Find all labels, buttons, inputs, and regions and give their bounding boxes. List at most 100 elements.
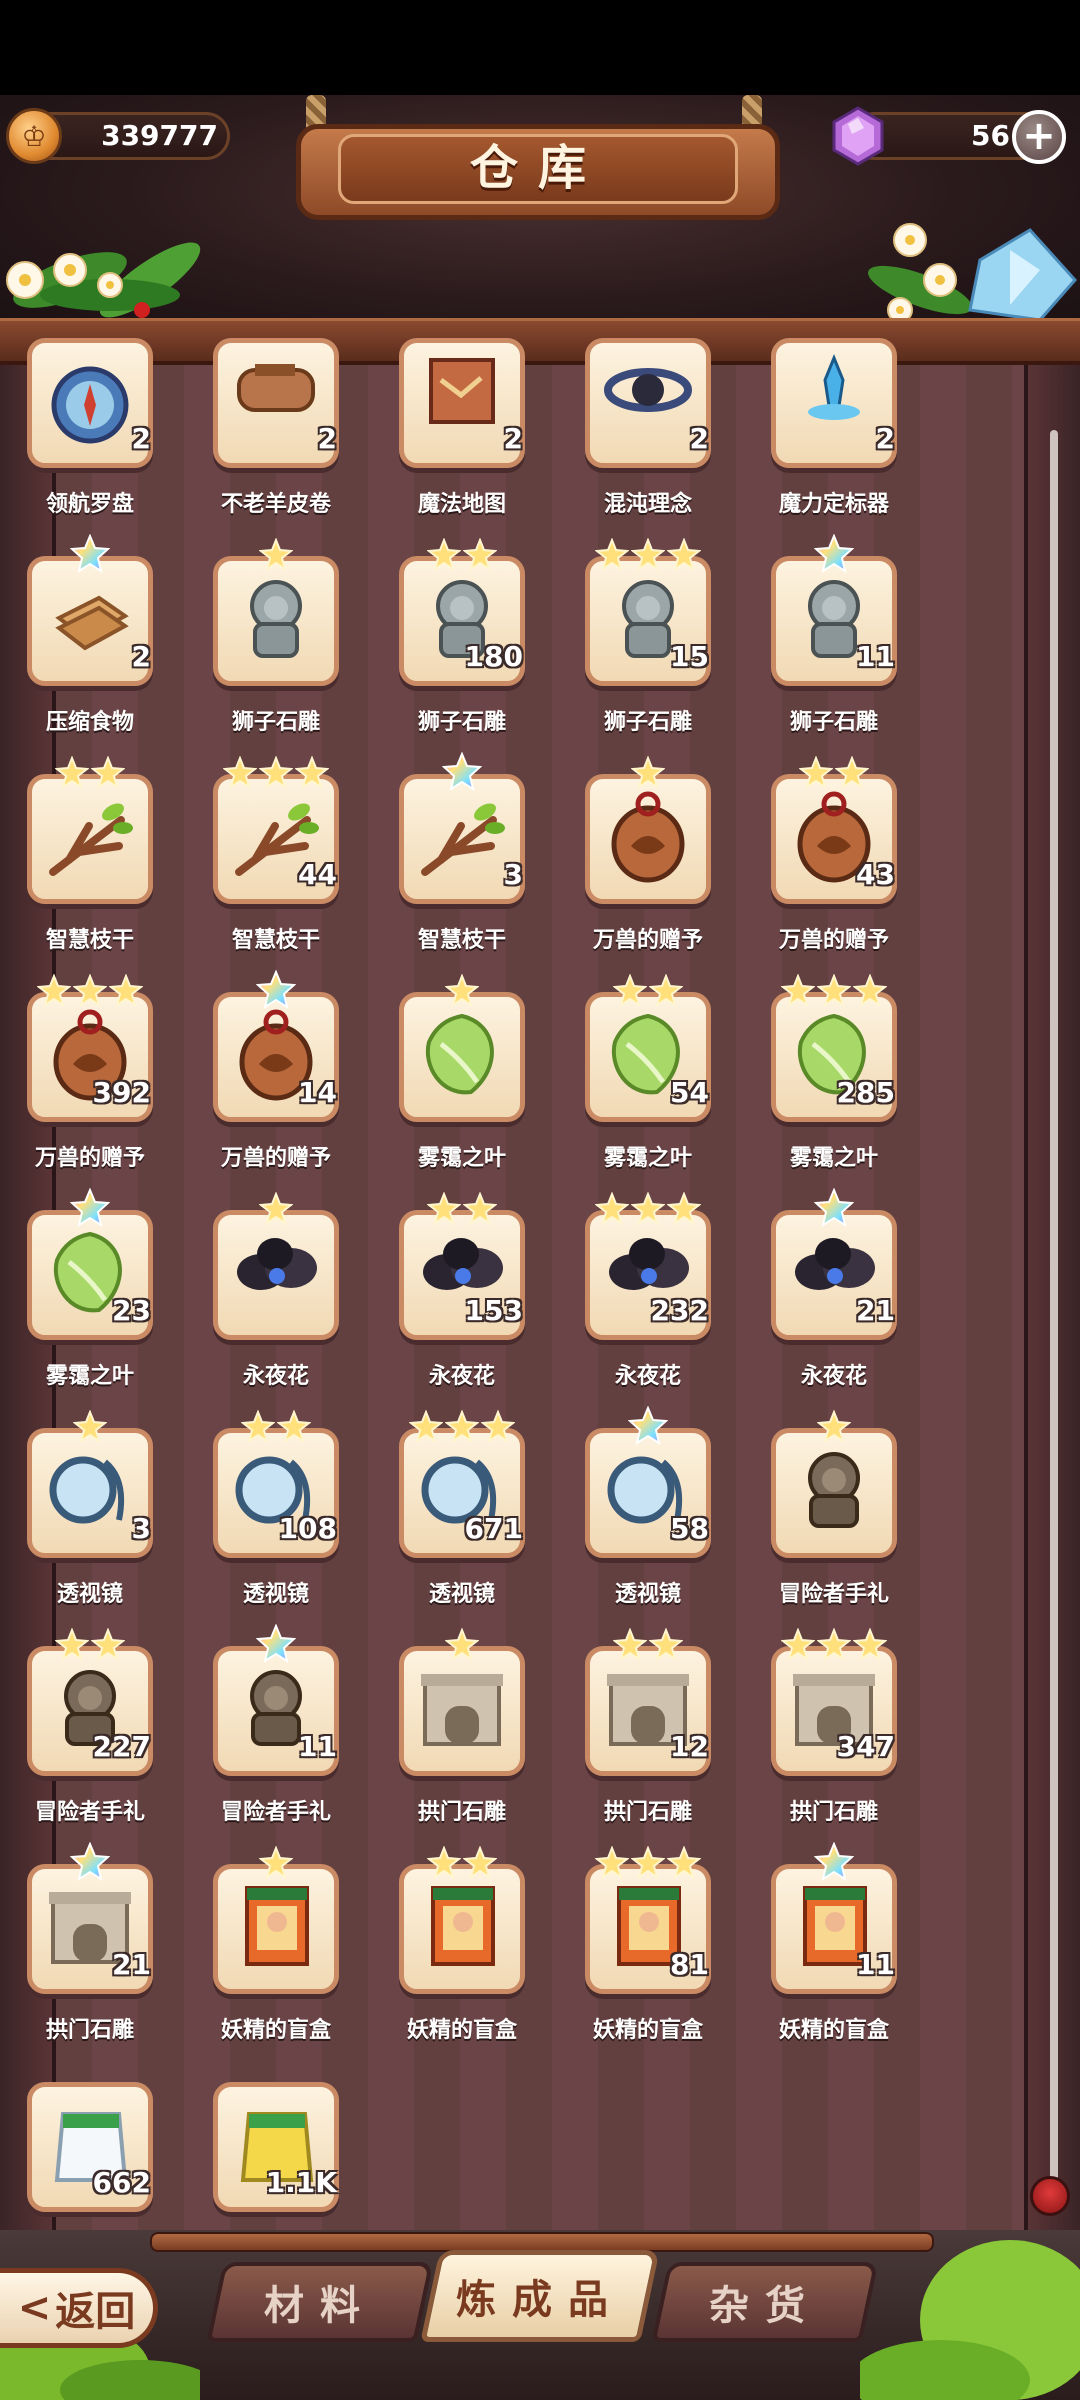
add-gems-button[interactable]: + <box>1012 110 1066 164</box>
item-stars <box>759 534 909 574</box>
inventory-item[interactable]: 180 狮子石雕 <box>387 538 537 766</box>
inventory-item[interactable]: 2 魔法地图 <box>387 338 537 548</box>
inventory-item[interactable]: 21 永夜花 <box>759 1188 909 1420</box>
back-button[interactable]: < 返回 <box>0 2268 158 2348</box>
item-count: 2 <box>131 640 151 673</box>
item-count: 3 <box>503 858 523 891</box>
item-name: 永夜花 <box>242 1364 309 1389</box>
inventory-item[interactable]: 雾霭之叶 <box>387 974 537 1202</box>
item-name: 压缩食物 <box>45 710 134 735</box>
inventory-item[interactable]: 285 雾霭之叶 <box>759 974 909 1202</box>
item-count: 2 <box>503 422 523 455</box>
item-name: 智慧枝干 <box>417 928 506 953</box>
inventory-item[interactable]: 21 拱门石雕 <box>15 1842 165 2074</box>
inventory-item[interactable]: 永夜花 <box>201 1192 351 1420</box>
inventory-item[interactable]: 58 透视镜 <box>573 1406 723 1638</box>
gold-star-icon <box>277 1410 311 1444</box>
item-stars <box>201 1410 351 1446</box>
inventory-item[interactable]: 232 永夜花 <box>573 1192 723 1420</box>
item-name: 魔法地图 <box>417 492 506 517</box>
inventory-item[interactable]: 43 万兽的赠予 <box>759 756 909 984</box>
item-name: 透视镜 <box>56 1582 123 1607</box>
item-stars <box>201 1192 351 1228</box>
inventory-item[interactable]: 拱门石雕 <box>387 1628 537 1856</box>
item-stars <box>201 1846 351 1882</box>
inventory-item[interactable]: 2 领航罗盘 <box>15 338 165 548</box>
inventory-item[interactable]: 14 万兽的赠予 <box>201 970 351 1202</box>
item-count: 227 <box>92 1730 151 1763</box>
gold-star-icon <box>613 974 647 1008</box>
bread-icon <box>55 595 129 651</box>
item-stars <box>15 534 165 574</box>
inventory-item[interactable]: 3 透视镜 <box>15 1410 165 1638</box>
inventory-item[interactable]: 227 冒险者手礼 <box>15 1628 165 1856</box>
ladybug-scroll-handle-icon[interactable] <box>1030 2176 1070 2216</box>
inventory-item[interactable]: 妖精的盲盒 <box>201 1846 351 2074</box>
rainbow-star-icon <box>70 1188 110 1228</box>
inventory-item[interactable]: 2 压缩食物 <box>15 534 165 766</box>
inventory-item[interactable]: 392 万兽的赠予 <box>15 974 165 1202</box>
inventory-grid: 2 领航罗盘 2 不老羊皮卷 2 魔法地图 2 混沌理念 2 魔力定标器 2 压缩食物 狮子石雕 180 狮… <box>0 338 1080 2261</box>
item-name: 雾霭之叶 <box>45 1364 134 1389</box>
tab-crafted-label: 炼成品 <box>456 2277 624 2323</box>
tab-materials[interactable]: 材料 <box>206 2262 434 2342</box>
status-bar <box>0 0 1080 95</box>
branch-icon <box>49 803 133 876</box>
item-stars <box>573 1192 723 1228</box>
tab-goods[interactable]: 杂货 <box>651 2262 879 2342</box>
inventory-item[interactable]: 671 透视镜 <box>387 1410 537 1638</box>
inventory-item[interactable]: 智慧枝干 <box>15 756 165 984</box>
inventory-item[interactable]: 54 雾霭之叶 <box>573 974 723 1202</box>
item-name: 领航罗盘 <box>45 492 134 517</box>
tab-crafted[interactable]: 炼成品 <box>420 2250 660 2342</box>
gold-star-icon <box>631 538 665 572</box>
item-name: 智慧枝干 <box>231 928 320 953</box>
inventory-item[interactable]: 81 妖精的盲盒 <box>573 1846 723 2074</box>
item-name: 妖精的盲盒 <box>778 2018 889 2043</box>
item-count: 347 <box>836 1730 895 1763</box>
item-count: 662 <box>92 2166 151 2199</box>
inventory-item[interactable]: 108 透视镜 <box>201 1410 351 1638</box>
item-stars <box>573 974 723 1010</box>
gold-star-icon <box>259 756 293 790</box>
item-name: 万兽的赠予 <box>778 928 889 953</box>
inventory-item[interactable]: 冒险者手礼 <box>759 1410 909 1638</box>
rainbow-star-icon <box>70 1842 110 1882</box>
item-name: 万兽的赠予 <box>220 1146 331 1171</box>
scrollbar[interactable] <box>1050 430 1058 2200</box>
inventory-item[interactable]: 23 雾霭之叶 <box>15 1188 165 1420</box>
item-name: 冒险者手礼 <box>34 1800 145 1825</box>
inventory-item[interactable]: 15 狮子石雕 <box>573 538 723 766</box>
gold-star-icon <box>667 1846 701 1880</box>
gold-star-icon <box>55 1628 89 1662</box>
inventory-item[interactable]: 347 拱门石雕 <box>759 1628 909 1856</box>
inventory-item[interactable]: 万兽的赠予 <box>573 756 723 984</box>
inventory-item[interactable]: 2 魔力定标器 <box>759 338 909 548</box>
gold-star-icon <box>667 538 701 572</box>
inventory-item[interactable]: 2 混沌理念 <box>573 338 723 548</box>
gold-star-icon <box>241 1410 275 1444</box>
adventurer-lion-icon <box>808 1452 860 1528</box>
inventory-item[interactable]: 11 狮子石雕 <box>759 534 909 766</box>
inventory-item[interactable]: 153 永夜花 <box>387 1192 537 1420</box>
inventory-item[interactable]: 妖精的盲盒 <box>387 1846 537 2074</box>
flowers-crystal-decoration-right <box>868 223 1078 323</box>
item-stars <box>387 1192 537 1228</box>
chaos-icon <box>604 368 692 412</box>
magnifier-icon <box>49 1456 125 1524</box>
inventory-item[interactable]: 2 不老羊皮卷 <box>201 338 351 548</box>
gold-star-icon <box>631 756 665 790</box>
inventory-item[interactable]: 11 妖精的盲盒 <box>759 1842 909 2074</box>
inventory-item[interactable]: 44 智慧枝干 <box>201 756 351 984</box>
inventory-item[interactable]: 11 冒险者手礼 <box>201 1624 351 1856</box>
compass-icon <box>51 366 129 444</box>
gold-star-icon <box>73 974 107 1008</box>
item-count: 2 <box>875 422 895 455</box>
inventory-item[interactable]: 3 智慧枝干 <box>387 752 537 984</box>
item-count: 232 <box>650 1294 709 1327</box>
gold-star-icon <box>817 1628 851 1662</box>
item-count: 1.1K <box>265 2166 337 2199</box>
item-name: 妖精的盲盒 <box>592 2018 703 2043</box>
inventory-item[interactable]: 12 拱门石雕 <box>573 1628 723 1856</box>
inventory-item[interactable]: 狮子石雕 <box>201 538 351 766</box>
